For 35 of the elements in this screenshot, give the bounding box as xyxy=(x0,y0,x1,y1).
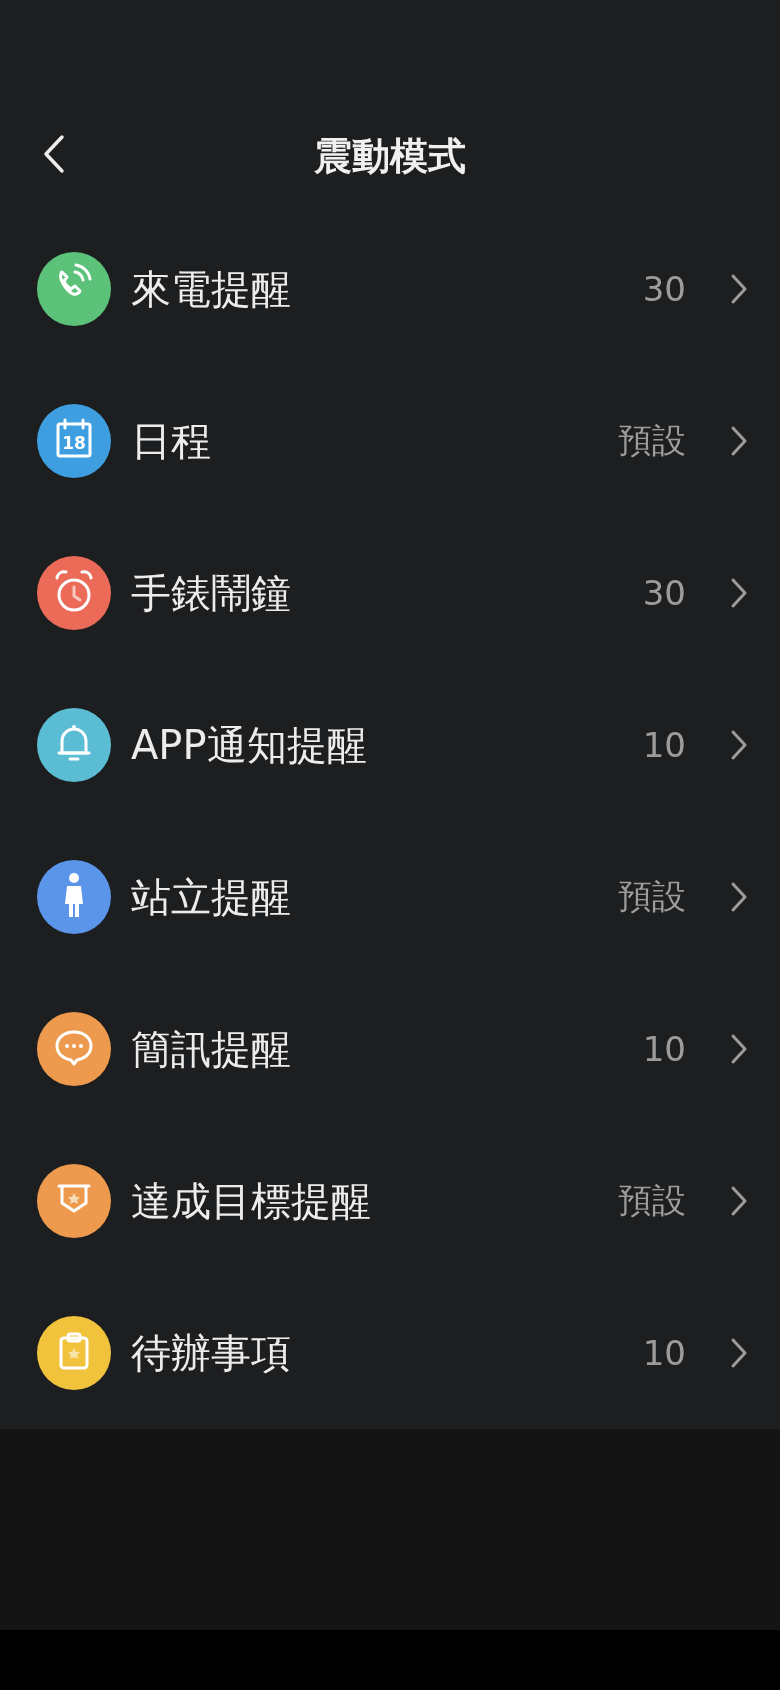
row-value: 10 xyxy=(642,1333,686,1373)
row-label: 簡訊提醒 xyxy=(131,1024,292,1074)
row-value: 10 xyxy=(642,1029,686,1069)
settings-row[interactable]: APP通知提醒 10 xyxy=(0,669,780,821)
row-value: 30 xyxy=(642,573,686,613)
page-title: 震動模式 xyxy=(314,132,466,180)
chevron-right-icon xyxy=(730,729,748,761)
chevron-right-icon xyxy=(730,1033,748,1065)
row-label: 站立提醒 xyxy=(131,872,292,922)
row-value: 預設 xyxy=(618,1179,686,1222)
row-value: 預設 xyxy=(618,875,686,918)
row-label: APP通知提醒 xyxy=(131,720,368,770)
settings-row[interactable]: 18 日程 預設 xyxy=(0,365,780,517)
settings-row[interactable]: 簡訊提醒 10 xyxy=(0,973,780,1125)
settings-row[interactable]: 手錶鬧鐘 30 xyxy=(0,517,780,669)
row-label: 手錶鬧鐘 xyxy=(131,568,292,618)
chevron-right-icon xyxy=(730,577,748,609)
settings-row[interactable]: 站立提醒 預設 xyxy=(0,821,780,973)
row-value: 30 xyxy=(642,269,686,309)
row-label: 來電提醒 xyxy=(131,264,292,314)
chevron-right-icon xyxy=(730,1185,748,1217)
row-value: 10 xyxy=(642,725,686,765)
row-label: 待辦事項 xyxy=(131,1328,292,1378)
chevron-left-icon xyxy=(43,134,65,174)
settings-row[interactable]: 來電提醒 30 xyxy=(0,213,780,365)
row-label: 日程 xyxy=(131,416,212,466)
settings-row[interactable]: 達成目標提醒 預設 xyxy=(0,1125,780,1277)
settings-row[interactable]: 待辦事項 10 xyxy=(0,1277,780,1429)
chevron-right-icon xyxy=(730,1337,748,1369)
chevron-right-icon xyxy=(730,881,748,913)
chevron-right-icon xyxy=(730,425,748,457)
row-value: 預設 xyxy=(618,419,686,462)
chevron-right-icon xyxy=(730,273,748,305)
calendar-icon: 18 xyxy=(37,404,111,478)
row-label: 達成目標提醒 xyxy=(131,1176,372,1226)
